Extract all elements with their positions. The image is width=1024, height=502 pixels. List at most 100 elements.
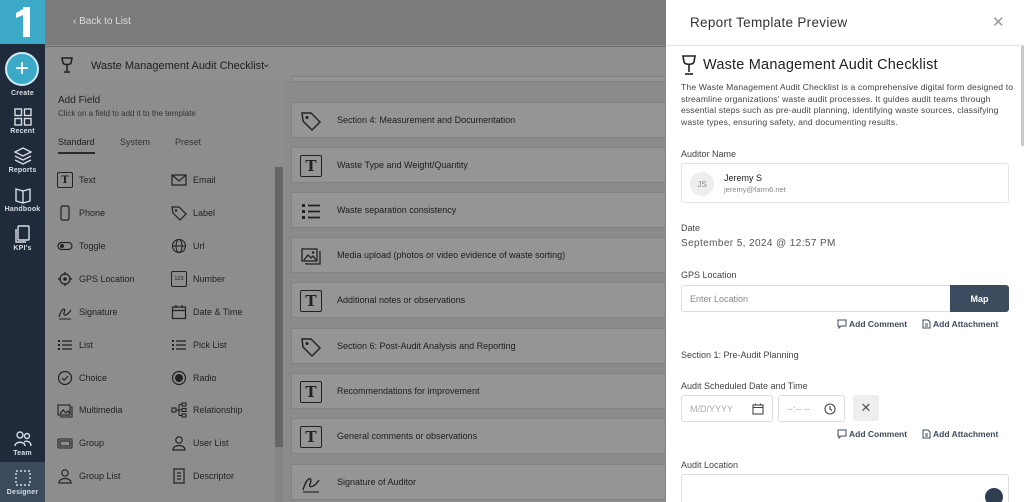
- field-label: Phone: [79, 208, 106, 218]
- team-icon: [13, 431, 32, 447]
- clear-datetime-button[interactable]: ✕: [853, 395, 879, 421]
- add-attachment-button[interactable]: Add Attachment: [921, 319, 998, 329]
- nav-item-recent[interactable]: Recent: [0, 108, 45, 135]
- close-icon[interactable]: ✕: [992, 13, 1005, 31]
- canvas-card-label: General comments or observations: [337, 431, 478, 441]
- nav-item-label: Recent: [10, 128, 35, 135]
- field-label-type[interactable]: Label: [171, 203, 215, 223]
- field-descriptor[interactable]: Descriptor: [171, 466, 234, 486]
- text-icon: T: [300, 381, 322, 403]
- clock-icon: [824, 403, 836, 415]
- field-signature[interactable]: Signature: [57, 302, 118, 322]
- field-gps-location[interactable]: GPS Location: [57, 269, 135, 289]
- designer-icon: [14, 470, 31, 486]
- field-number[interactable]: 123 Number: [171, 269, 225, 289]
- image-icon: [301, 248, 321, 265]
- field-multimedia[interactable]: Multimedia: [57, 400, 123, 420]
- group-icon: [57, 438, 73, 449]
- nav-item-reports[interactable]: Reports: [0, 147, 45, 174]
- tab-preset[interactable]: Preset: [175, 137, 201, 147]
- nav-item-kpis[interactable]: KPI's: [0, 225, 45, 252]
- form-description: The Waste Management Audit Checklist is …: [681, 82, 1014, 127]
- canvas-card[interactable]: T Waste Type and Weight/Quantity: [291, 147, 666, 183]
- field-list[interactable]: List: [57, 335, 93, 355]
- canvas-card-label: Recommendations for improvement: [337, 386, 480, 396]
- image-icon: [57, 404, 73, 418]
- report-preview-panel: Report Template Preview ✕ Waste Manageme…: [666, 0, 1024, 502]
- nav-item-label: KPI's: [13, 245, 32, 252]
- field-date-time[interactable]: Date & Time: [171, 302, 243, 322]
- add-comment-button[interactable]: Add Comment: [837, 319, 907, 329]
- field-label: Number: [193, 274, 226, 284]
- envelope-icon: [171, 174, 187, 186]
- scrollbar-thumb[interactable]: [275, 167, 283, 447]
- nav-item-team[interactable]: Team: [0, 430, 45, 457]
- add-field-panel: Add Field Click on a field to add it to …: [45, 82, 285, 502]
- nav-item-label: Team: [13, 450, 32, 457]
- field-label: Multimedia: [79, 405, 123, 415]
- gps-location-input[interactable]: Enter Location: [681, 285, 951, 312]
- field-label: Radio: [193, 373, 217, 383]
- date-input[interactable]: M/D/YYYY: [681, 395, 773, 422]
- field-label: Toggle: [79, 241, 106, 251]
- canvas-card-partial: [291, 76, 666, 82]
- field-group[interactable]: Group: [57, 433, 104, 453]
- add-comment-label: Add Comment: [849, 319, 908, 329]
- attachment-icon: [922, 429, 931, 439]
- document-icon: [14, 225, 30, 243]
- nav-item-label: Handbook: [4, 206, 41, 213]
- back-label: Back to List: [79, 16, 131, 27]
- field-pick-list[interactable]: Pick List: [171, 335, 227, 355]
- crosshair-icon: [58, 272, 72, 286]
- nav-item-handbook[interactable]: Handbook: [0, 186, 45, 213]
- field-radio[interactable]: Radio: [171, 368, 217, 388]
- field-label: Text: [79, 175, 96, 185]
- map-button[interactable]: Map: [950, 285, 1009, 312]
- chevron-down-icon[interactable]: ⌄: [262, 59, 270, 70]
- nav-item-label: Reports: [8, 167, 37, 174]
- canvas-card[interactable]: Section 4: Measurement and Documentation: [291, 102, 666, 138]
- layers-icon: [13, 147, 32, 165]
- tag-icon: [301, 338, 321, 357]
- tag-icon: [171, 206, 187, 221]
- toggle-icon: [57, 241, 73, 251]
- canvas-card[interactable]: T Recommendations for improvement: [291, 373, 666, 409]
- canvas-card[interactable]: Waste separation consistency: [291, 192, 666, 228]
- form-title: Waste Management Audit Checklist: [703, 57, 938, 73]
- back-to-list-link[interactable]: ‹ Back to List: [73, 16, 131, 27]
- field-user-list[interactable]: User List: [171, 433, 229, 453]
- field-group-list[interactable]: Group List: [57, 466, 121, 486]
- canvas-card[interactable]: Section 6: Post-Audit Analysis and Repor…: [291, 328, 666, 364]
- field-toggle[interactable]: Toggle: [57, 236, 106, 256]
- nav-create-label: Create: [11, 90, 34, 97]
- field-url[interactable]: Url: [171, 236, 205, 256]
- audit-location-input[interactable]: [681, 474, 1009, 502]
- time-input[interactable]: --:-- --: [778, 395, 845, 422]
- signature-icon: [58, 308, 72, 320]
- tab-system[interactable]: System: [120, 137, 150, 147]
- field-label: Label: [193, 208, 216, 218]
- create-button[interactable]: +: [5, 52, 39, 86]
- field-text[interactable]: T Text: [57, 170, 96, 190]
- app-logo[interactable]: [0, 0, 45, 44]
- field-email[interactable]: Email: [171, 170, 216, 190]
- field-relationship[interactable]: Relationship: [171, 400, 243, 420]
- canvas-card[interactable]: Signature of Auditor: [291, 464, 666, 500]
- template-title[interactable]: Waste Management Audit Checklist: [91, 60, 264, 72]
- field-phone[interactable]: Phone: [57, 203, 105, 223]
- audit-location-label: Audit Location: [681, 460, 739, 470]
- canvas-card[interactable]: T Additional notes or observations: [291, 282, 666, 318]
- field-panel-scrollbar[interactable]: [275, 167, 283, 502]
- tab-standard[interactable]: Standard: [58, 137, 95, 154]
- list-icon: [302, 204, 320, 219]
- canvas-card[interactable]: Media upload (photos or video evidence o…: [291, 237, 666, 273]
- add-attachment-label: Add Attachment: [933, 429, 999, 439]
- add-attachment-button[interactable]: Add Attachment: [921, 429, 998, 439]
- canvas-card[interactable]: T General comments or observations: [291, 418, 666, 454]
- auditor-user-field[interactable]: JS Jeremy S jeremy@farm6.net: [681, 163, 1009, 203]
- field-label: Signature: [79, 307, 118, 317]
- field-choice[interactable]: Choice: [57, 368, 107, 388]
- nav-item-designer[interactable]: Designer: [0, 462, 45, 502]
- microphone-icon[interactable]: [985, 488, 1003, 502]
- add-comment-button[interactable]: Add Comment: [837, 429, 907, 439]
